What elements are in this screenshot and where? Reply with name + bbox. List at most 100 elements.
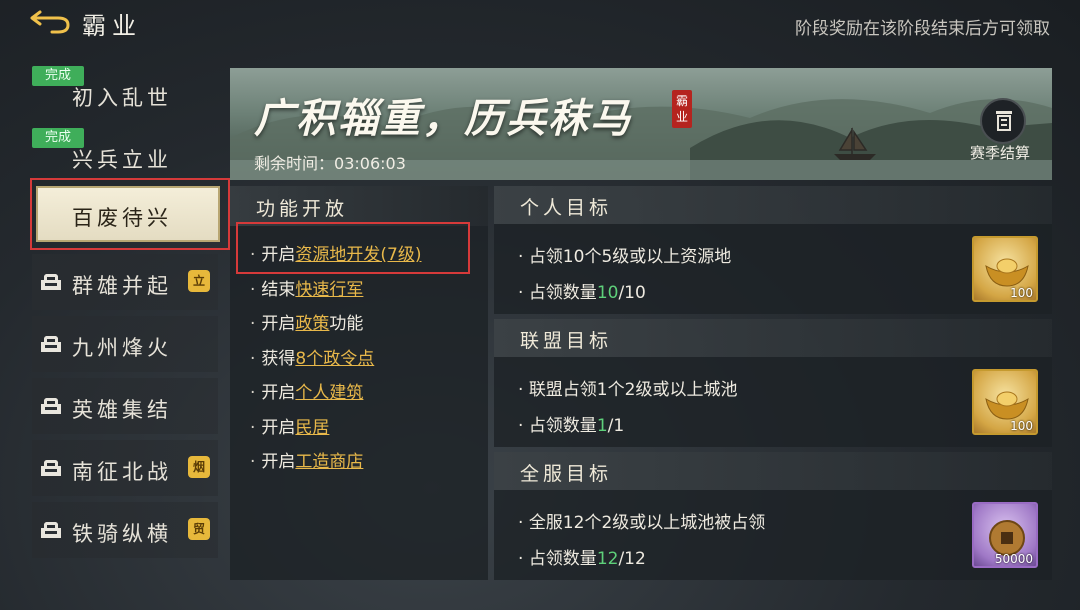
stage-label: 英雄集结	[72, 398, 172, 422]
goal-description: · 全服12个2级或以上城池被占领	[518, 513, 766, 533]
banner-title: 广积辎重，历兵秣马	[254, 95, 632, 142]
stage-item-5[interactable]: 九州烽火	[32, 316, 218, 372]
reward-count: 100	[1010, 286, 1033, 300]
stage-item-1[interactable]: 完成 初入乱世	[32, 64, 218, 120]
function-verb: 开启	[261, 417, 296, 438]
reward-item[interactable]: 100	[972, 236, 1038, 302]
selected-stage-highlight: 百废待兴	[30, 178, 230, 250]
goal-progress: · 占领数量1/1	[518, 416, 625, 436]
goal-text: 联盟占领1个2级或以上城池	[528, 380, 738, 400]
function-item: · 结束快速行军	[250, 279, 364, 300]
reward-item[interactable]: 50000	[972, 502, 1038, 568]
stage-label: 初入乱世	[72, 86, 172, 110]
function-verb: 获得	[261, 348, 296, 369]
function-verb: 结束	[261, 279, 296, 300]
stage-item-2[interactable]: 完成 兴兵立业	[32, 126, 218, 182]
function-item: · 获得8个政令点	[250, 348, 375, 369]
back-arrow-icon	[30, 10, 70, 34]
progress-label: 占领数量	[528, 283, 597, 303]
gold-ingot-icon	[985, 391, 1029, 420]
stage-label: 兴兵立业	[72, 148, 172, 172]
countdown-label: 剩余时间：	[254, 154, 335, 173]
function-verb: 开启	[261, 452, 296, 472]
stage-item-6[interactable]: 英雄集结	[32, 378, 218, 434]
lock-icon	[40, 336, 62, 352]
goal-header: 全服目标	[494, 452, 1052, 490]
stage-label: 群雄并起	[72, 274, 172, 298]
goal-title: 全服目标	[520, 463, 613, 485]
function-link[interactable]: 个人建筑	[295, 383, 363, 403]
goal-description: · 占领10个5级或以上资源地	[518, 247, 732, 267]
countdown-value: 03:06:03	[334, 154, 406, 173]
function-item: · 开启个人建筑	[250, 383, 364, 403]
progress-label: 占领数量	[528, 549, 597, 569]
page-title: 霸业	[82, 12, 142, 40]
progress-current: 12	[596, 549, 619, 569]
lock-icon	[40, 460, 62, 476]
function-link[interactable]: 工造商店	[295, 452, 363, 472]
function-title: 功能开放	[256, 198, 349, 220]
function-verb: 开启	[261, 383, 296, 403]
function-header: 功能开放	[230, 186, 488, 226]
goal-title: 个人目标	[520, 197, 613, 219]
settlement-circle	[980, 98, 1026, 144]
progress-total: /10	[618, 283, 646, 303]
goal-header: 个人目标	[494, 186, 1052, 224]
goal-description: · 联盟占领1个2级或以上城池	[518, 380, 738, 400]
server-goal-panel: 全服目标 · 全服12个2级或以上城池被占领 · 占领数量12/12 50000	[494, 452, 1052, 580]
season-settlement-button[interactable]: 赛季结算	[958, 98, 1042, 168]
progress-label: 占领数量	[528, 416, 597, 436]
stage-label: 铁骑纵横	[72, 522, 172, 546]
function-link[interactable]: 民居	[295, 418, 329, 438]
goal-text: 占领10个5级或以上资源地	[528, 247, 732, 267]
stage-label: 南征北战	[72, 460, 172, 484]
stage-tag-icon: 贸	[188, 518, 210, 540]
goal-progress: · 占领数量10/10	[518, 283, 646, 303]
function-link[interactable]: 政策	[295, 314, 329, 334]
function-link[interactable]: 8个政令点	[295, 349, 374, 369]
function-item: · 开启民居	[250, 417, 330, 438]
function-list: · 开启资源地开发(7级) · 结束快速行军 · 开启政策功能 · 获得8个政令点 · 开…	[250, 240, 422, 482]
reward-item[interactable]: 100	[972, 369, 1038, 435]
lock-icon	[40, 398, 62, 414]
function-link[interactable]: 快速行军	[295, 280, 363, 300]
stage-label: 百废待兴	[72, 206, 172, 230]
stage-sidebar: 完成 初入乱世 完成 兴兵立业 百废待兴 群雄并起 立 九州烽火 英雄集结 南征…	[30, 64, 230, 580]
seal-stamp: 霸业	[672, 90, 692, 128]
gold-ingot-icon	[985, 258, 1029, 287]
settlement-label: 赛季结算	[969, 144, 1030, 162]
goal-header: 联盟目标	[494, 319, 1052, 357]
progress-current: 10	[596, 283, 619, 303]
progress-total: /12	[618, 549, 646, 569]
boat-icon	[834, 127, 876, 160]
reward-count: 100	[1010, 419, 1033, 433]
goal-title: 联盟目标	[520, 330, 613, 352]
function-item: · 开启政策功能	[250, 314, 364, 334]
function-highlight-box	[236, 222, 470, 274]
progress-current: 1	[596, 416, 608, 436]
reward-count: 50000	[994, 552, 1033, 566]
stage-item-8[interactable]: 铁骑纵横 贸	[32, 502, 218, 558]
stage-banner: 广积辎重，历兵秣马 霸业 剩余时间：03:06:03 赛季结算	[230, 68, 1052, 180]
scroll-icon	[996, 111, 1012, 131]
function-item: · 开启工造商店	[250, 452, 364, 472]
stage-item-4[interactable]: 群雄并起 立	[32, 254, 218, 310]
alliance-goal-panel: 联盟目标 · 联盟占领1个2级或以上城池 · 占领数量1/1 100	[494, 319, 1052, 447]
stage-item-3-selected[interactable]: 百废待兴	[36, 186, 220, 242]
stage-item-7[interactable]: 南征北战 烟	[32, 440, 218, 496]
lock-icon	[40, 522, 62, 538]
stage-label: 九州烽火	[72, 336, 172, 360]
goal-progress: · 占领数量12/12	[518, 549, 646, 569]
progress-total: /1	[607, 416, 625, 436]
header: 霸业 阶段奖励在该阶段结束后方可领取	[0, 0, 1080, 52]
reward-notice: 阶段奖励在该阶段结束后方可领取	[795, 19, 1050, 39]
stage-tag-icon: 烟	[188, 456, 210, 478]
back-button[interactable]	[28, 10, 72, 36]
goal-text: 全服12个2级或以上城池被占领	[528, 513, 766, 533]
countdown: 剩余时间：03:06:03	[254, 150, 406, 174]
function-verb: 开启	[261, 314, 296, 334]
stage-tag-icon: 立	[188, 270, 210, 292]
function-suffix: 功能	[329, 314, 364, 334]
personal-goal-panel: 个人目标 · 占领10个5级或以上资源地 · 占领数量10/10 100	[494, 186, 1052, 314]
lock-icon	[40, 274, 62, 290]
